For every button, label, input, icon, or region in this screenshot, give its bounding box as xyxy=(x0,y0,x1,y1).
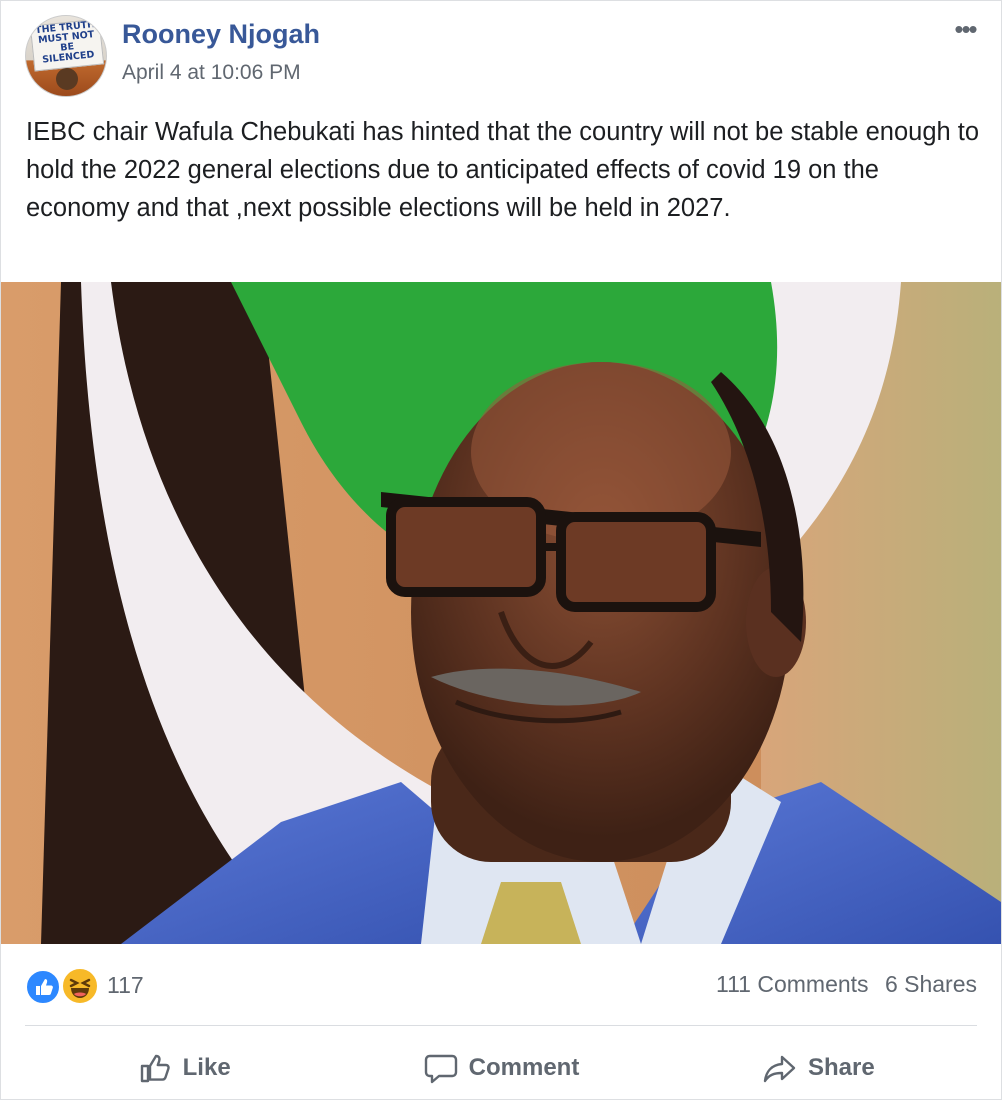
comments-count[interactable]: 111 Comments xyxy=(716,971,869,997)
author-name[interactable]: Rooney Njogah xyxy=(122,19,320,50)
comment-label: Comment xyxy=(468,1054,580,1081)
share-button[interactable]: Share xyxy=(660,1041,977,1095)
share-arrow-icon xyxy=(763,1055,796,1083)
post-timestamp[interactable]: April 4 at 10:06 PM xyxy=(122,61,301,85)
like-button[interactable]: Like xyxy=(25,1041,342,1095)
haha-reaction-icon xyxy=(61,967,99,1005)
like-reaction-icon xyxy=(25,969,61,1005)
avatar-person-shape xyxy=(56,68,78,90)
more-options-icon[interactable]: ••• xyxy=(945,15,985,43)
action-divider xyxy=(25,1025,977,1026)
thumbs-up-icon xyxy=(140,1054,170,1083)
reaction-count[interactable]: 117 xyxy=(107,972,144,999)
engagement-counts: 111 Comments 6 Shares xyxy=(706,971,977,998)
author-avatar[interactable]: THE TRUTH MUST NOT BE SILENCED xyxy=(25,15,107,97)
action-bar: Like Comment Share xyxy=(25,1041,977,1095)
post-card: THE TRUTH MUST NOT BE SILENCED Rooney Nj… xyxy=(0,0,1002,1100)
avatar-protest-sign: THE TRUTH MUST NOT BE SILENCED xyxy=(29,18,105,72)
post-text: IEBC chair Wafula Chebukati has hinted t… xyxy=(26,118,980,222)
comment-bubble-icon xyxy=(424,1054,457,1084)
share-label: Share xyxy=(807,1054,875,1081)
comment-button[interactable]: Comment xyxy=(342,1041,659,1095)
post-photo-illustration xyxy=(1,282,1001,944)
shares-count[interactable]: 6 Shares xyxy=(885,971,977,997)
post-photo[interactable] xyxy=(1,282,1001,944)
like-label: Like xyxy=(182,1054,231,1081)
